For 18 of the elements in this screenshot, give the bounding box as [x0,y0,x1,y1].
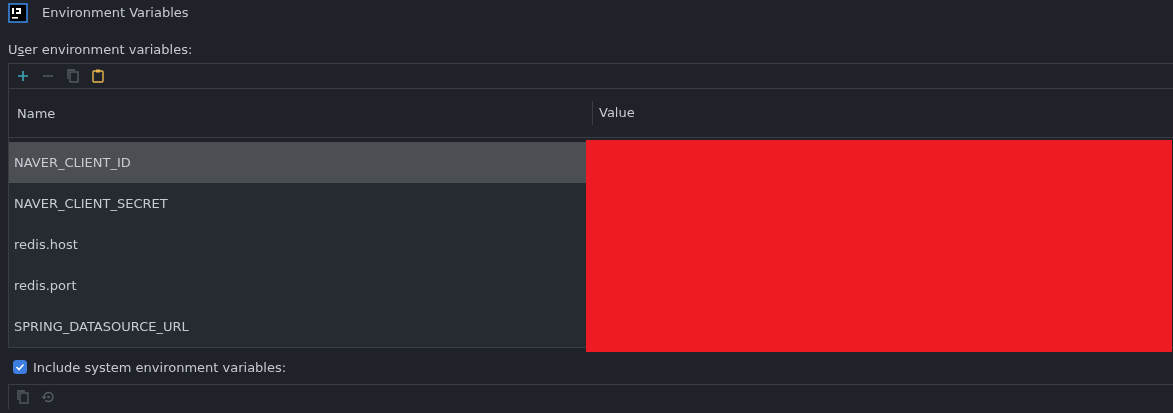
checkbox-label: Include system environment variables: [33,359,287,375]
check-icon [15,362,25,372]
column-header[interactable]: Name [9,105,592,121]
variable-name-cell[interactable]: NAVER_CLIENT_ID [9,142,587,183]
copy-icon[interactable] [65,68,81,84]
reset-icon[interactable] [40,389,56,405]
column-header[interactable]: Value [592,101,635,125]
add-icon[interactable] [15,68,31,84]
window-title: Environment Variables [42,5,189,20]
copy-icon[interactable] [15,389,31,405]
variable-name-cell[interactable]: NAVER_CLIENT_SECRET [9,183,587,224]
checkbox[interactable] [13,360,27,374]
variable-name-cell[interactable]: SPRING_DATASOURCE_URL [9,306,587,347]
variable-name-cell[interactable]: redis.port [9,265,587,306]
section-label: User environment variables: [8,42,193,57]
paste-icon[interactable] [90,68,106,84]
variable-name-cell[interactable]: redis.host [9,224,587,265]
app-logo-icon [8,2,28,23]
